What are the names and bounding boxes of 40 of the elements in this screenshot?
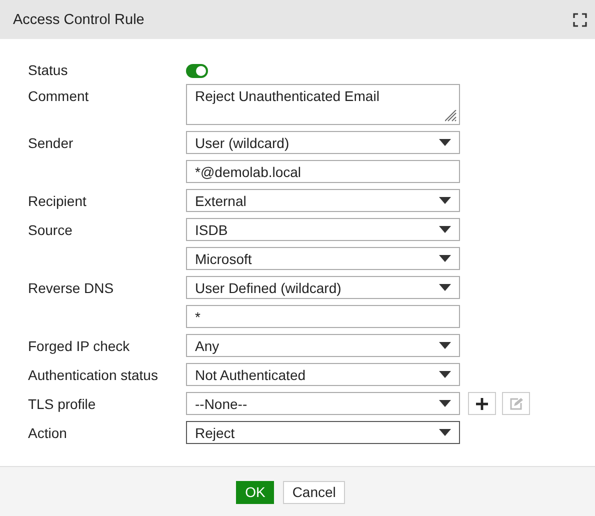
ok-button[interactable]: OK [236,480,274,504]
status-toggle[interactable] [186,64,208,78]
add-button[interactable] [468,392,496,415]
field-label: Recipient [28,192,88,208]
select-field[interactable]: Reject [186,421,460,444]
input-field[interactable]: *@demolab.local [186,160,460,183]
window-title: Access Control Rule [13,12,144,28]
plus-icon [475,396,489,410]
field-label: TLS profile [28,396,97,412]
dropdown-caret-icon [439,342,451,349]
dropdown-caret-icon [439,226,451,233]
select-field[interactable]: External [186,189,460,212]
edit-icon [509,396,523,410]
select-field[interactable]: Not Authenticated [186,363,460,386]
field-label: Action [28,424,68,440]
select-field[interactable]: --None-- [186,392,460,415]
select-field[interactable]: Any [186,334,460,357]
dropdown-caret-icon [439,400,451,407]
field-label: Status [28,62,69,78]
resize-grip-icon[interactable] [445,110,457,122]
comment-field[interactable]: Reject Unauthenticated Email [186,84,460,125]
field-label: Comment [28,87,90,104]
select-field[interactable]: ISDB [186,218,460,241]
field-label: Source [28,222,74,238]
field-label: Sender [28,134,74,150]
input-field[interactable]: * [186,305,460,328]
dropdown-caret-icon [439,197,451,204]
field-label: Reverse DNS [28,280,115,296]
dropdown-caret-icon [439,429,451,436]
dropdown-caret-icon [439,284,451,291]
maximize-icon[interactable] [573,12,587,26]
dropdown-caret-icon [439,371,451,378]
select-field[interactable]: User Defined (wildcard) [186,276,460,299]
field-label: Authentication status [28,366,159,382]
field-label: Forged IP check [28,338,131,354]
dropdown-caret-icon [439,139,451,146]
select-field[interactable]: Microsoft [186,247,460,270]
select-field[interactable]: User (wildcard) [186,131,460,154]
cancel-button[interactable]: Cancel [283,480,345,504]
dropdown-caret-icon [439,255,451,262]
